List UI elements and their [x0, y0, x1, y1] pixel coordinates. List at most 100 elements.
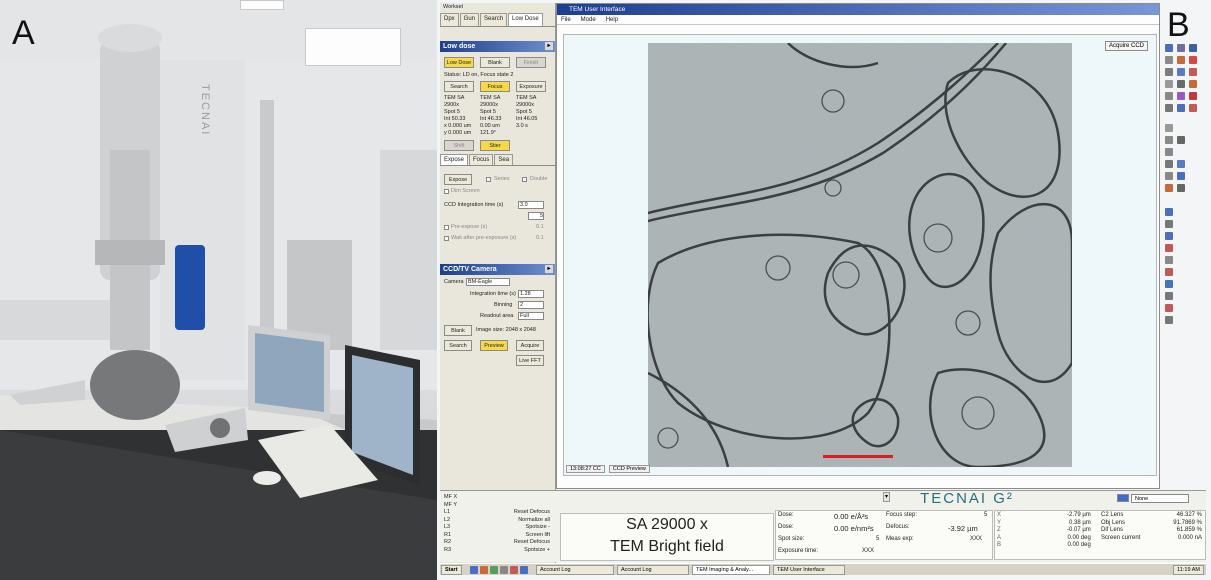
- menu-file[interactable]: File: [561, 15, 571, 24]
- cursor-icon[interactable]: [1177, 104, 1185, 112]
- crosshair-icon[interactable]: [1165, 244, 1173, 252]
- none-select[interactable]: None: [1131, 494, 1189, 503]
- grid-icon[interactable]: [1165, 68, 1173, 76]
- ccd-integration-input[interactable]: 3.0: [518, 201, 544, 209]
- tab-low-dose[interactable]: Low Dose: [508, 13, 543, 26]
- bars-icon[interactable]: [1177, 160, 1185, 168]
- save-icon[interactable]: [1165, 92, 1173, 100]
- collapse-icon[interactable]: ▸: [545, 265, 553, 273]
- taskbar-item-tem-user-interface[interactable]: TEM User Interface: [773, 565, 845, 575]
- control-action: Reset Defocus: [513, 539, 550, 545]
- filter-icon[interactable]: [1165, 172, 1173, 180]
- status-ccd-preview[interactable]: CCD Preview: [608, 465, 650, 473]
- settings-icon[interactable]: [1165, 136, 1173, 144]
- export-icon[interactable]: [1177, 184, 1185, 192]
- focus-mode-button[interactable]: Focus: [480, 81, 510, 92]
- expose-button[interactable]: Expose: [444, 174, 472, 185]
- layers-icon[interactable]: [1165, 148, 1173, 156]
- print-icon[interactable]: [1165, 124, 1173, 132]
- menu-mode[interactable]: Mode: [581, 15, 596, 24]
- measure-icon[interactable]: [1165, 56, 1173, 64]
- circle-icon[interactable]: [1165, 304, 1173, 312]
- wait-checkbox[interactable]: [444, 236, 449, 241]
- chart-icon[interactable]: [1189, 44, 1197, 52]
- ccd-acquire-button[interactable]: Acquire: [516, 340, 544, 351]
- zoom-icon[interactable]: [1165, 44, 1173, 52]
- arrow-icon[interactable]: [1165, 256, 1173, 264]
- fft-icon[interactable]: [1177, 92, 1185, 100]
- delete-icon[interactable]: [1189, 104, 1197, 112]
- tab-expose[interactable]: Expose: [440, 154, 469, 165]
- taskbar-item-account-log[interactable]: Account Log: [536, 565, 614, 575]
- search-mode-button[interactable]: Search: [444, 81, 474, 92]
- count-input[interactable]: 5: [528, 212, 544, 220]
- table-icon[interactable]: [1165, 160, 1173, 168]
- plus-icon[interactable]: [1165, 268, 1173, 276]
- quicklaunch-icon[interactable]: [520, 566, 528, 574]
- quicklaunch-icon[interactable]: [480, 566, 488, 574]
- binning-select[interactable]: 2: [518, 301, 544, 309]
- ccd-preview-button[interactable]: Preview: [480, 340, 508, 351]
- quicklaunch-icon[interactable]: [490, 566, 498, 574]
- alert-icon[interactable]: [1189, 92, 1197, 100]
- rectangle-icon[interactable]: [1165, 292, 1173, 300]
- tab-focus[interactable]: Focus: [469, 154, 494, 165]
- tab-sea[interactable]: Sea: [494, 154, 514, 165]
- line-icon[interactable]: [1165, 280, 1173, 288]
- menu-bar: File Mode Help: [557, 15, 1159, 25]
- readout-select[interactable]: Full: [518, 312, 544, 320]
- stigmator-button[interactable]: Stier: [480, 140, 510, 151]
- text-icon[interactable]: [1165, 316, 1173, 324]
- dim-screen-checkbox[interactable]: [444, 189, 449, 194]
- blank-button[interactable]: Blank: [480, 57, 510, 68]
- collapse-icon[interactable]: ▸: [545, 42, 553, 50]
- dropdown-arrow-icon[interactable]: ▾: [883, 492, 890, 502]
- live-fft-button[interactable]: Live FFT: [516, 355, 544, 366]
- start-button[interactable]: Start: [441, 565, 462, 575]
- stage-value: -2.79 µm: [1067, 512, 1091, 518]
- exposure-mode-button[interactable]: Exposure: [516, 81, 546, 92]
- tab-gun[interactable]: Gun: [459, 13, 480, 26]
- control-action: Screen lift: [525, 531, 550, 538]
- control-action: Normalize all: [518, 516, 550, 523]
- ccd-search-button[interactable]: Search: [444, 340, 472, 351]
- shift-button[interactable]: Shift: [444, 140, 474, 151]
- filter-icon[interactable]: [1177, 56, 1185, 64]
- refresh-icon[interactable]: [1165, 104, 1173, 112]
- series-checkbox[interactable]: [486, 177, 491, 182]
- ccd-integration-label: CCD Integration time (s): [444, 202, 504, 208]
- copy-icon[interactable]: [1165, 80, 1173, 88]
- rotate-icon[interactable]: [1177, 80, 1185, 88]
- image-viewer[interactable]: Acquire CCD 13:08:27 CC CCD Preview: [563, 34, 1157, 476]
- low-dose-button[interactable]: Low Dose: [444, 57, 474, 68]
- pre-expose-checkbox[interactable]: [444, 225, 449, 230]
- camera-select[interactable]: BM-Eagle: [466, 278, 510, 286]
- profile-icon[interactable]: [1177, 68, 1185, 76]
- tem-user-interface-window: TEM User Interface File Mode Help Acquir…: [556, 3, 1160, 489]
- finish-button[interactable]: Finish: [516, 57, 546, 68]
- tab-search[interactable]: Search: [480, 13, 508, 26]
- quicklaunch-icon[interactable]: [500, 566, 508, 574]
- param-spot: Spot 5: [516, 109, 532, 115]
- flag-icon[interactable]: [1189, 68, 1197, 76]
- color-icon[interactable]: [1189, 80, 1197, 88]
- integration-input[interactable]: 1.28: [518, 290, 544, 298]
- hand-icon[interactable]: [1165, 220, 1173, 228]
- quicklaunch-icon[interactable]: [510, 566, 518, 574]
- ccd-blank-button[interactable]: Blank: [444, 325, 472, 336]
- quicklaunch-icon[interactable]: [470, 566, 478, 574]
- menu-help[interactable]: Help: [606, 15, 618, 24]
- window-icon[interactable]: [1117, 494, 1129, 502]
- pointer-icon[interactable]: [1165, 208, 1173, 216]
- double-checkbox[interactable]: [522, 177, 527, 182]
- stamp-icon[interactable]: [1165, 184, 1173, 192]
- taskbar-item-tem-imaging[interactable]: TEM Imaging & Analy...: [692, 565, 770, 575]
- close-icon[interactable]: [1177, 136, 1185, 144]
- marker-icon[interactable]: [1189, 56, 1197, 64]
- histogram-icon[interactable]: [1177, 44, 1185, 52]
- taskbar-item-account-log[interactable]: Account Log: [617, 565, 689, 575]
- triangle-icon[interactable]: [1177, 172, 1185, 180]
- magnify-icon[interactable]: [1165, 232, 1173, 240]
- tab-dpx[interactable]: Dpx: [440, 13, 459, 26]
- acquire-ccd-button[interactable]: Acquire CCD: [1104, 41, 1148, 51]
